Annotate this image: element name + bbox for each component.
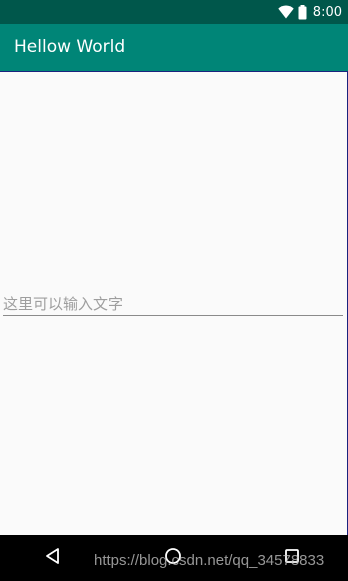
main-content — [0, 72, 348, 535]
recents-button[interactable] — [272, 535, 312, 581]
battery-icon — [298, 4, 307, 20]
recents-icon — [283, 547, 301, 569]
back-button[interactable] — [33, 535, 73, 581]
status-time: 8:00 — [312, 4, 342, 20]
device-screen: 8:00 Hellow World 这里可以输入文字 https://blog.… — [0, 0, 348, 581]
home-button[interactable] — [153, 535, 193, 581]
navigation-bar: https://blog.csdn.net/qq_34578833 — [0, 535, 348, 581]
app-title: Hellow World — [14, 37, 126, 57]
status-bar: 8:00 — [0, 0, 348, 24]
home-icon — [164, 547, 182, 569]
text-input[interactable] — [3, 292, 343, 316]
app-bar: Hellow World — [0, 24, 348, 72]
status-icons: 8:00 — [278, 2, 342, 22]
wifi-icon — [278, 5, 294, 19]
back-icon — [44, 547, 62, 569]
